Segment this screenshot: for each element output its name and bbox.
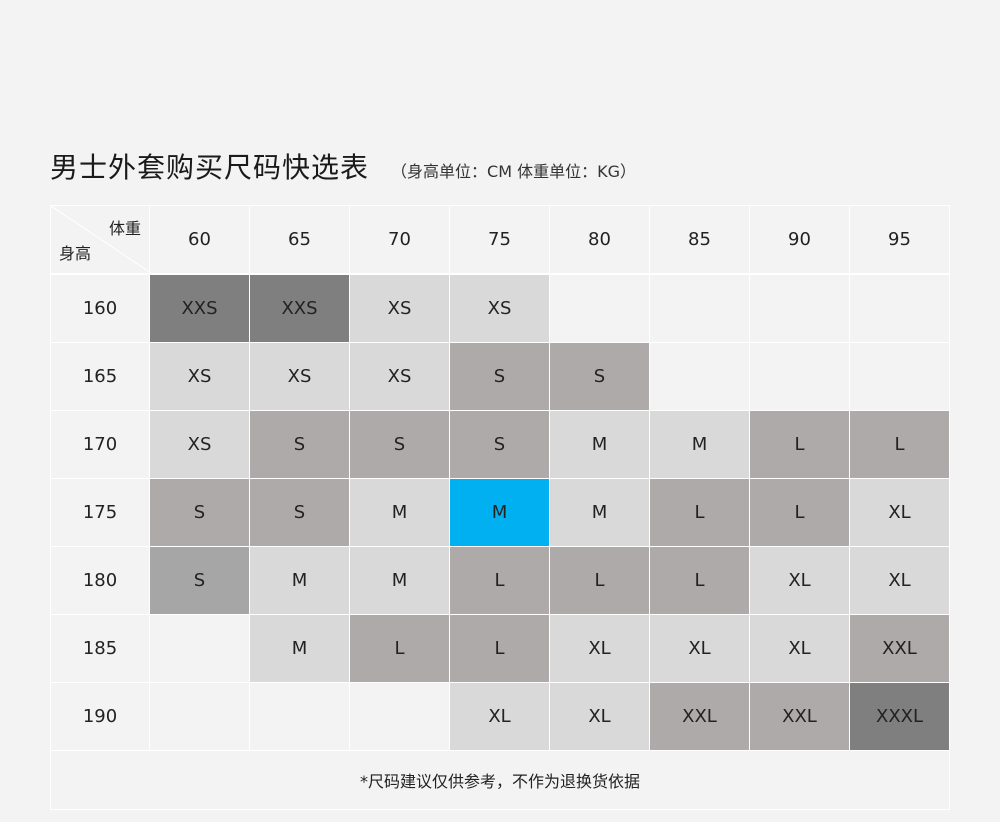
footnote-row: *尺码建议仅供参考，不作为退换货依据 — [50, 751, 950, 810]
table-row: 190 XL XL XXL XXL XXXL — [50, 683, 950, 751]
weight-header-row: 体重 身高 60 65 70 75 80 85 90 95 — [50, 205, 950, 274]
size-cell — [650, 274, 750, 343]
weight-header: 95 — [850, 205, 950, 274]
table-row: 185 M L L XL XL XL XXL — [50, 615, 950, 683]
size-cell: S — [450, 411, 550, 479]
corner-header-cell: 体重 身高 — [50, 205, 150, 274]
size-cell: M — [350, 479, 450, 547]
size-cell — [750, 343, 850, 411]
size-cell: XL — [850, 547, 950, 615]
height-cell: 190 — [50, 683, 150, 751]
page-title: 男士外套购买尺码快选表 — [50, 151, 370, 184]
size-cell: XL — [450, 683, 550, 751]
size-cell — [250, 683, 350, 751]
size-cell: L — [750, 411, 850, 479]
size-cell: S — [150, 479, 250, 547]
size-cell — [850, 274, 950, 343]
size-cell: M — [550, 479, 650, 547]
height-axis-label: 身高 — [59, 244, 92, 263]
weight-header: 80 — [550, 205, 650, 274]
unit-subtitle: （身高单位：CM 体重单位：KG） — [391, 162, 636, 181]
size-cell: XS — [250, 343, 350, 411]
size-cell-highlighted: M — [450, 479, 550, 547]
weight-header: 75 — [450, 205, 550, 274]
size-cell: XL — [550, 615, 650, 683]
weight-header: 65 — [250, 205, 350, 274]
height-cell: 180 — [50, 547, 150, 615]
size-cell: XS — [150, 343, 250, 411]
size-cell: L — [350, 615, 450, 683]
size-cell: S — [550, 343, 650, 411]
size-cell — [650, 343, 750, 411]
size-cell: L — [550, 547, 650, 615]
size-cell: XS — [350, 274, 450, 343]
size-cell: XS — [450, 274, 550, 343]
size-cell: XS — [150, 411, 250, 479]
size-cell: XXS — [150, 274, 250, 343]
size-cell: XXS — [250, 274, 350, 343]
size-cell: S — [450, 343, 550, 411]
size-cell: XXL — [850, 615, 950, 683]
table-row: 170 XS S S S M M L L — [50, 411, 950, 479]
size-cell: L — [450, 547, 550, 615]
size-cell: S — [350, 411, 450, 479]
size-cell: M — [250, 615, 350, 683]
size-cell — [550, 274, 650, 343]
weight-header: 90 — [750, 205, 850, 274]
size-cell — [150, 615, 250, 683]
title-row: 男士外套购买尺码快选表 （身高单位：CM 体重单位：KG） — [50, 146, 636, 186]
size-cell — [150, 683, 250, 751]
height-cell: 160 — [50, 274, 150, 343]
size-cell: XL — [550, 683, 650, 751]
size-cell: XL — [850, 479, 950, 547]
height-cell: 165 — [50, 343, 150, 411]
size-cell: L — [650, 547, 750, 615]
size-cell: S — [150, 547, 250, 615]
size-cell: L — [650, 479, 750, 547]
footnote: *尺码建议仅供参考，不作为退换货依据 — [50, 751, 950, 810]
size-cell: S — [250, 411, 350, 479]
weight-header: 60 — [150, 205, 250, 274]
size-cell: XXL — [650, 683, 750, 751]
weight-axis-label: 体重 — [108, 219, 141, 238]
size-cell: L — [850, 411, 950, 479]
size-cell: M — [250, 547, 350, 615]
size-cell — [750, 274, 850, 343]
weight-header: 85 — [650, 205, 750, 274]
table-row: 175 S S M M M L L XL — [50, 479, 950, 547]
size-cell: S — [250, 479, 350, 547]
weight-header: 70 — [350, 205, 450, 274]
size-cell — [350, 683, 450, 751]
size-cell: XXL — [750, 683, 850, 751]
height-cell: 175 — [50, 479, 150, 547]
size-cell: L — [750, 479, 850, 547]
size-chart-table: 体重 身高 60 65 70 75 80 85 90 95 160 XXS XX… — [50, 205, 950, 810]
size-cell: XS — [350, 343, 450, 411]
table-row: 180 S M M L L L XL XL — [50, 547, 950, 615]
size-cell: M — [650, 411, 750, 479]
table-row: 165 XS XS XS S S — [50, 343, 950, 411]
height-cell: 185 — [50, 615, 150, 683]
height-cell: 170 — [50, 411, 150, 479]
size-cell: XL — [750, 615, 850, 683]
size-cell: XXXL — [850, 683, 950, 751]
size-cell — [850, 343, 950, 411]
size-cell: XL — [650, 615, 750, 683]
table-row: 160 XXS XXS XS XS — [50, 274, 950, 343]
size-cell: M — [550, 411, 650, 479]
size-cell: XL — [750, 547, 850, 615]
size-cell: L — [450, 615, 550, 683]
size-cell: M — [350, 547, 450, 615]
